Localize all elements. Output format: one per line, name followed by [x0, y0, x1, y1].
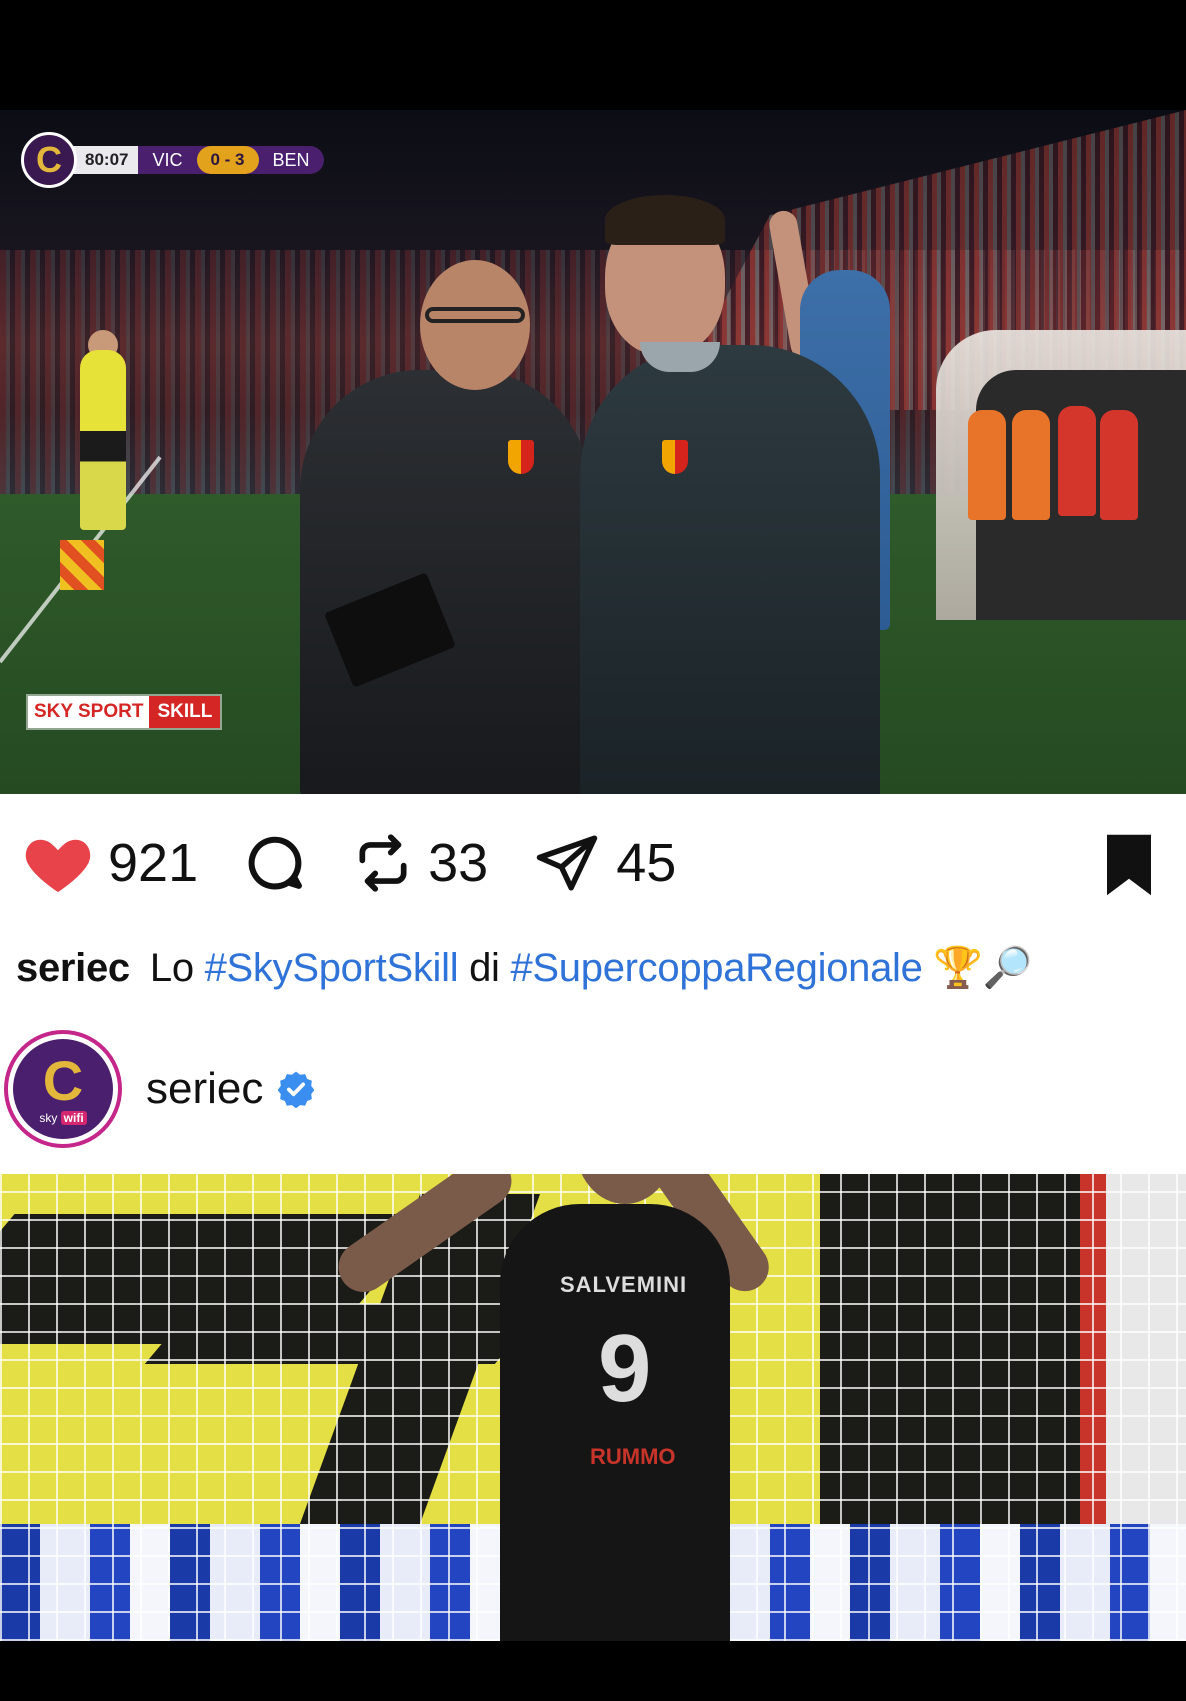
head-coach	[580, 345, 880, 794]
caption-username[interactable]: seriec	[16, 946, 130, 990]
score: 0 - 3	[196, 146, 259, 174]
glasses	[425, 307, 525, 323]
home-team: VIC	[152, 150, 183, 170]
repost-button[interactable]	[352, 830, 414, 896]
post-actions-section: 921 33 45 seriec Lo #SkySportSkill di #Su…	[0, 794, 1186, 1224]
author-username[interactable]: seriec	[146, 1064, 263, 1114]
away-team: BEN	[272, 150, 310, 170]
heart-icon	[25, 839, 91, 893]
jersey-number: 9	[598, 1315, 652, 1422]
save-button[interactable]	[1100, 832, 1158, 898]
post-caption: seriec Lo #SkySportSkill di #SupercoppaRe…	[16, 944, 1033, 991]
serie-c-logo-icon: C	[21, 132, 77, 188]
avatar[interactable]: C sky wifi	[4, 1030, 122, 1148]
broadcaster-logo: SKY SPORT SKILL	[28, 696, 221, 728]
post-image[interactable]: SALVEMINI 9 RUMMO	[0, 1174, 1186, 1641]
assistant-coach	[300, 370, 590, 794]
head-coach-hair	[605, 195, 725, 245]
jersey-sponsor: RUMMO	[590, 1444, 676, 1469]
avatar-letter: C	[42, 1049, 84, 1112]
club-crest-icon	[662, 440, 688, 474]
scoreboard: C 80:07 VIC 0 - 3 BEN	[21, 132, 324, 188]
verified-badge-icon	[277, 1070, 315, 1108]
avatar-sponsor: sky wifi	[39, 1111, 87, 1125]
bottom-black-bar	[0, 1641, 1186, 1701]
linesman-flag	[60, 540, 104, 590]
serie-c-logo-icon: C sky wifi	[13, 1039, 113, 1139]
jersey-name: SALVEMINI	[560, 1272, 688, 1297]
action-bar: 921 33 45	[22, 828, 1162, 898]
like-count: 921	[108, 833, 199, 893]
linesman	[80, 350, 126, 530]
repost-count: 33	[428, 833, 489, 893]
club-crest-icon	[508, 440, 534, 474]
hashtag-link[interactable]: #SupercoppaRegionale	[510, 946, 922, 990]
trophy-magnifier-emoji: 🏆🔎	[933, 946, 1033, 990]
broadcaster-name: SKY SPORT	[28, 696, 150, 728]
steward	[1012, 410, 1050, 520]
hashtag-link[interactable]: #SkySportSkill	[205, 946, 459, 990]
broadcaster-show: SKILL	[149, 696, 221, 728]
medic	[1100, 410, 1138, 520]
video-player[interactable]	[0, 110, 1186, 794]
post-author[interactable]: C sky wifi seriec	[4, 1030, 315, 1148]
caption-text: Lo	[149, 946, 194, 990]
caption-text: di	[469, 946, 500, 990]
share-button[interactable]	[532, 830, 602, 896]
top-black-bar	[0, 0, 1186, 110]
bookmark-icon	[1107, 834, 1151, 896]
sponsor-wifi: wifi	[60, 1111, 87, 1125]
send-icon	[536, 835, 598, 891]
comment-icon	[248, 836, 303, 890]
like-button[interactable]	[22, 831, 94, 895]
medic	[1058, 406, 1096, 516]
assistant-coach-head	[420, 260, 530, 390]
comment-button[interactable]	[242, 830, 308, 896]
match-time: 80:07	[67, 146, 139, 174]
share-count: 45	[616, 833, 677, 893]
steward	[968, 410, 1006, 520]
score-strip: 80:07 VIC 0 - 3 BEN	[67, 146, 324, 174]
repost-icon	[359, 834, 407, 892]
player: SALVEMINI 9 RUMMO	[328, 1174, 779, 1641]
sponsor-name: sky	[39, 1111, 58, 1125]
